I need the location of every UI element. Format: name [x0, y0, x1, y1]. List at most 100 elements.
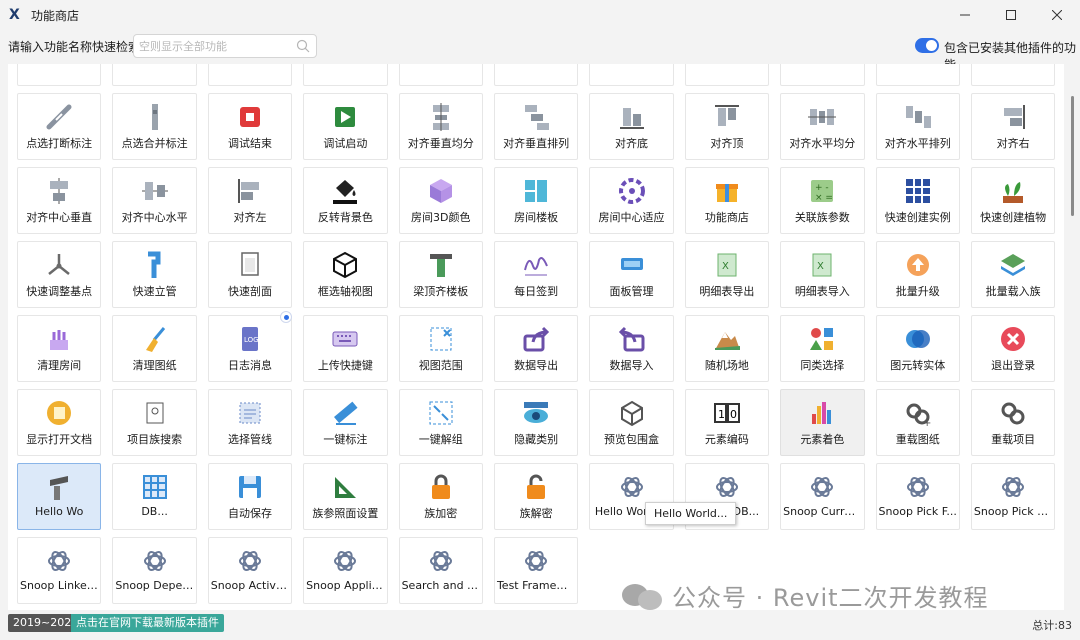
function-tile[interactable]: Snoop Linked... — [17, 537, 102, 604]
function-tile[interactable] — [17, 64, 102, 86]
function-tile[interactable] — [589, 64, 674, 86]
function-tile[interactable] — [780, 64, 865, 86]
scrollbar-thumb[interactable] — [1071, 96, 1074, 216]
function-tile[interactable]: 对齐水平均分 — [780, 93, 865, 160]
search-box[interactable] — [133, 34, 317, 58]
function-tile[interactable]: 一键解组 — [398, 389, 483, 456]
function-tile[interactable]: 批量升级 — [875, 241, 960, 308]
function-tile[interactable] — [970, 64, 1056, 86]
function-tile[interactable]: Snoop Curren... — [780, 463, 865, 530]
function-tile[interactable]: 对齐右 — [970, 93, 1056, 160]
function-tile[interactable]: 房间中心适应 — [589, 167, 674, 234]
function-label: 重载图纸 — [895, 433, 940, 446]
function-label: Snoop Active... — [210, 579, 292, 592]
function-tile[interactable] — [112, 64, 197, 86]
function-tile[interactable]: 对齐中心水平 — [112, 167, 197, 234]
function-tile[interactable]: 清理图纸 — [112, 315, 197, 382]
function-tile[interactable]: 快速剖面 — [207, 241, 293, 308]
function-tile[interactable]: 族参照面设置 — [303, 463, 388, 530]
function-tile[interactable]: 项目族搜索 — [112, 389, 197, 456]
function-tile[interactable] — [398, 64, 483, 86]
function-tile[interactable]: 批量载入族 — [970, 241, 1056, 308]
function-tile[interactable] — [875, 64, 960, 86]
function-tile[interactable]: 图元转实体 — [875, 315, 960, 382]
function-tile[interactable]: 反转背景色 — [303, 167, 388, 234]
function-tile[interactable]: X 明细表导出 — [684, 241, 770, 308]
function-tile[interactable]: 对齐水平排列 — [875, 93, 960, 160]
minimize-button[interactable] — [942, 0, 988, 30]
function-tile[interactable]: 数据导入 — [589, 315, 674, 382]
function-tile[interactable]: 对齐垂直排列 — [493, 93, 579, 160]
function-tile[interactable]: 对齐垂直均分 — [398, 93, 483, 160]
function-tile[interactable]: Test Framewo... — [493, 537, 579, 604]
function-tile[interactable] — [493, 64, 579, 86]
function-tile[interactable]: Snoop Active... — [207, 537, 293, 604]
function-tile[interactable]: 面板管理 — [589, 241, 674, 308]
download-latest-link[interactable]: 点击在官网下载最新版本插件 — [71, 614, 224, 632]
function-tile[interactable]: 点选打断标注 — [17, 93, 102, 160]
maximize-button[interactable] — [988, 0, 1034, 30]
function-tile[interactable]: 调试结束 — [207, 93, 293, 160]
function-tile[interactable]: 上传快捷键 — [303, 315, 388, 382]
function-tile[interactable]: Snoop Pick E... — [970, 463, 1056, 530]
function-tile[interactable]: DB... — [112, 463, 197, 530]
function-tile[interactable]: 选择管线 — [207, 389, 293, 456]
function-tile[interactable]: 对齐底 — [589, 93, 674, 160]
debug-stop-icon — [235, 102, 265, 132]
function-tile[interactable]: Hello Wo — [17, 463, 102, 530]
include-plugins-toggle[interactable] — [915, 38, 939, 53]
function-tile[interactable]: 每日签到 — [493, 241, 579, 308]
function-tile[interactable]: 快速立管 — [112, 241, 197, 308]
function-tile[interactable]: 预览包围盒 — [589, 389, 674, 456]
function-tile[interactable]: 点选合并标注 — [112, 93, 197, 160]
function-tile[interactable]: + 重载图纸 — [875, 389, 960, 456]
align-center-horizontal-icon — [140, 176, 170, 206]
function-label: 选择管线 — [227, 433, 272, 446]
function-tile[interactable]: 退出登录 — [970, 315, 1056, 382]
function-tile[interactable]: Search and S... — [398, 537, 483, 604]
function-tile[interactable]: LOG 日志消息 — [207, 315, 293, 382]
function-tile[interactable]: 自动保存 — [207, 463, 293, 530]
function-tile[interactable]: 一键标注 — [303, 389, 388, 456]
close-button[interactable] — [1034, 0, 1080, 30]
function-tile[interactable]: 对齐左 — [207, 167, 293, 234]
function-tile[interactable]: Snoop Depen... — [112, 537, 197, 604]
function-tile[interactable]: 显示打开文档 — [17, 389, 102, 456]
function-tile[interactable]: 视图范围 — [398, 315, 483, 382]
function-tile[interactable]: 快速创建实例 — [875, 167, 960, 234]
function-tile[interactable]: X 明细表导入 — [780, 241, 865, 308]
function-tile[interactable]: Snoop Pick F... — [875, 463, 960, 530]
function-tile[interactable]: 房间楼板 — [493, 167, 579, 234]
function-tile[interactable]: 清理房间 — [17, 315, 102, 382]
search-icon[interactable] — [296, 39, 310, 53]
function-tile[interactable] — [303, 64, 388, 86]
function-label: 视图范围 — [418, 359, 463, 372]
function-tile[interactable]: 框选轴视图 — [303, 241, 388, 308]
function-tile[interactable]: 隐藏类别 — [493, 389, 579, 456]
function-tile[interactable]: 同类选择 — [780, 315, 865, 382]
function-tile[interactable] — [684, 64, 770, 86]
function-label: 梁顶齐楼板 — [413, 285, 469, 298]
function-tile[interactable]: + - × = 关联族参数 — [780, 167, 865, 234]
function-tile[interactable]: 元素着色 — [780, 389, 865, 456]
function-tile[interactable]: 房间3D颜色 — [398, 167, 483, 234]
function-tile[interactable]: 快速调整基点 — [17, 241, 102, 308]
function-tile[interactable]: 对齐顶 — [684, 93, 770, 160]
lock-icon — [426, 472, 456, 502]
function-tile[interactable]: 1 0 元素编码 — [684, 389, 770, 456]
function-tile[interactable]: 随机场地 — [684, 315, 770, 382]
search-input[interactable] — [139, 38, 289, 54]
plant-icon — [998, 176, 1028, 206]
function-tile[interactable]: 功能商店 — [684, 167, 770, 234]
function-tile[interactable]: 梁顶齐楼板 — [398, 241, 483, 308]
function-tile[interactable]: 对齐中心垂直 — [17, 167, 102, 234]
function-tile[interactable]: 调试启动 — [303, 93, 388, 160]
function-tile[interactable]: 数据导出 — [493, 315, 579, 382]
function-tile[interactable] — [207, 64, 293, 86]
function-tile[interactable]: 族解密 — [493, 463, 579, 530]
function-tile[interactable]: Snoop Applic... — [303, 537, 388, 604]
function-tile[interactable]: 族加密 — [398, 463, 483, 530]
function-tile[interactable]: 重载项目 — [970, 389, 1056, 456]
function-label: Search and S... — [401, 579, 482, 592]
function-tile[interactable]: 快速创建植物 — [970, 167, 1056, 234]
